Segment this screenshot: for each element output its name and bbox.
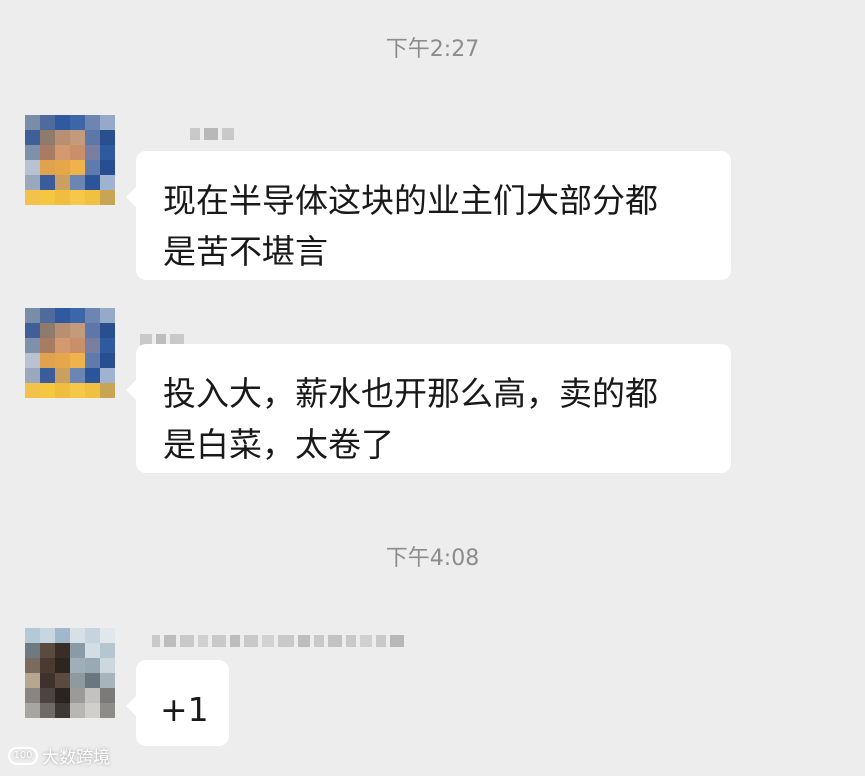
chat-timestamp-2: 下午4:08	[385, 546, 480, 571]
avatar-mosaic	[25, 115, 115, 205]
message-text-line-2: 是苦不堪言	[163, 232, 328, 271]
watermark: 100 大数跨境	[8, 743, 110, 768]
avatar[interactable]	[25, 628, 115, 718]
watermark-text: 大数跨境	[42, 748, 110, 768]
chat-timestamp-1: 下午2:27	[385, 37, 480, 62]
avatar-mosaic	[25, 628, 115, 718]
message-text: +1	[160, 690, 209, 729]
sender-name-redacted	[190, 127, 234, 141]
message-text-line-1: 投入大，薪水也开那么高，卖的都	[163, 374, 658, 413]
message-bubble-3[interactable]: +1	[126, 660, 229, 746]
message-text-line-2: 是白菜，太卷了	[163, 425, 394, 464]
avatar[interactable]	[25, 308, 115, 398]
message-bubble-2[interactable]: 投入大，薪水也开那么高，卖的都 是白菜，太卷了	[126, 344, 731, 473]
avatar-mosaic	[25, 308, 115, 398]
message-text-line-1: 现在半导体这块的业主们大部分都	[163, 181, 658, 220]
message-bubble-1[interactable]: 现在半导体这块的业主们大部分都 是苦不堪言	[126, 151, 731, 280]
avatar[interactable]	[25, 115, 115, 205]
sender-name-redacted	[152, 634, 404, 648]
watermark-logo-icon: 100	[8, 746, 38, 765]
